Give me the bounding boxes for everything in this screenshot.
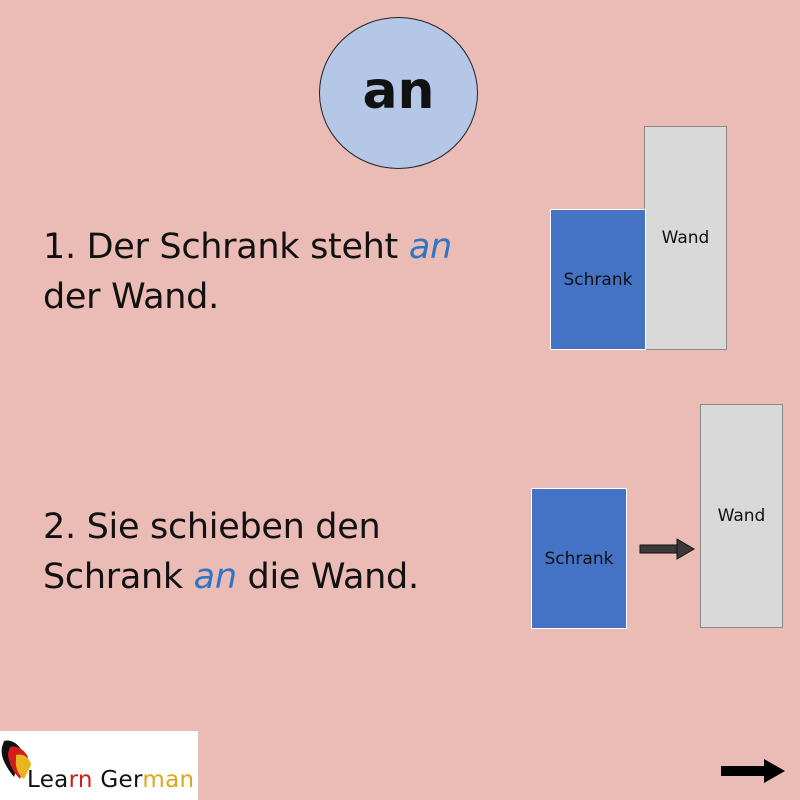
diagram-2-wand: Wand (700, 404, 783, 628)
title-text: an (362, 61, 435, 121)
diagram-1-schrank: Schrank (550, 209, 646, 350)
sentence-2-line-2: Schrank an die Wand. (43, 552, 419, 602)
logo-text-part-4: man (142, 767, 195, 793)
sentence-2-after: die Wand. (247, 557, 420, 597)
logo-text-part-3: Ger (100, 767, 143, 793)
arrow-right-icon (639, 538, 695, 560)
sentence-1-after: der Wand. (43, 277, 219, 317)
diagram-2-wand-label: Wand (717, 506, 766, 526)
diagram-1-schrank-label: Schrank (563, 269, 633, 290)
title-circle: an (319, 17, 478, 169)
learn-german-logo: Learn German (0, 731, 198, 800)
next-arrow-icon[interactable] (720, 758, 786, 784)
sentence-2-line-1: 2. Sie schieben den (43, 502, 419, 552)
sentence-2-number: 2. (43, 507, 76, 547)
sentence-1-number: 1. (43, 227, 76, 267)
sentence-1-keyword: an (408, 227, 452, 267)
sentence-2: 2. Sie schieben den Schrank an die Wand. (43, 502, 419, 602)
logo-text-part-1: Lea (27, 767, 69, 793)
logo-text-part-2: rn (68, 767, 93, 793)
sentence-1: 1. Der Schrank steht an der Wand. (43, 222, 452, 322)
diagram-2-schrank-label: Schrank (544, 548, 614, 569)
sentence-2-before-line-2: Schrank (43, 557, 183, 597)
sentence-1-line-1: 1. Der Schrank steht an (43, 222, 452, 272)
diagram-1-wand-label: Wand (661, 228, 710, 248)
logo-text: Learn German (27, 767, 194, 793)
diagram-1-wand: Wand (644, 126, 727, 350)
sentence-2-keyword: an (193, 557, 237, 597)
sentence-1-line-2: der Wand. (43, 272, 452, 322)
diagram-2-schrank: Schrank (531, 488, 627, 629)
sentence-2-before-line-1: Sie schieben den (86, 507, 381, 547)
sentence-1-before: Der Schrank steht (86, 227, 399, 267)
